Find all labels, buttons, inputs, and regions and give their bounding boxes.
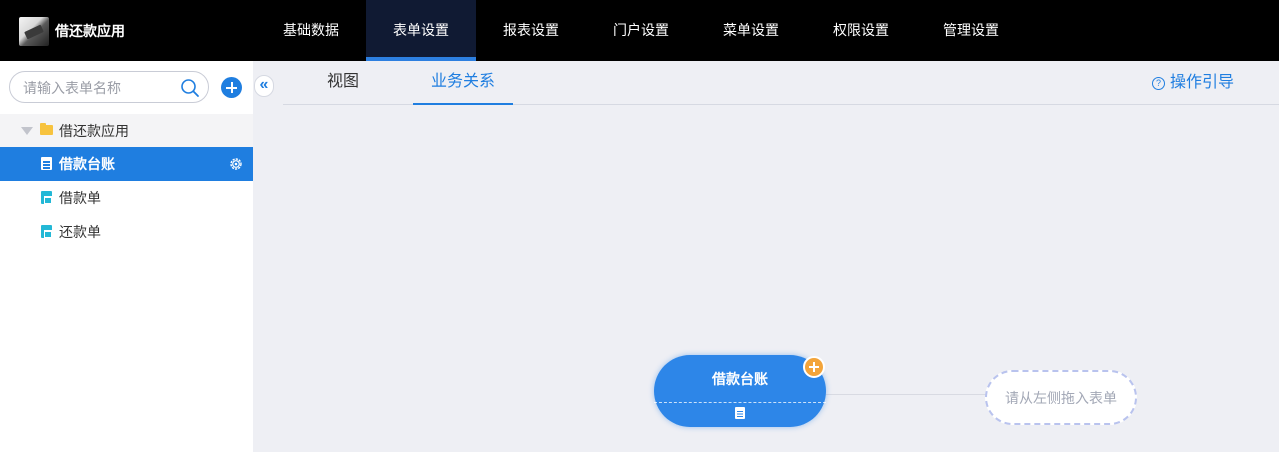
folder-icon [40,123,53,135]
tree-item-repay-form[interactable]: 还款单 [0,215,253,249]
document-icon [41,157,52,170]
tree-item-label: 借款台账 [59,156,115,172]
drop-target-node[interactable]: 请从左侧拖入表单 [985,370,1137,425]
node-divider [654,402,826,403]
nav-item-portal-settings[interactable]: 门户设置 [586,0,696,61]
tree-item-loan-ledger[interactable]: 借款台账 [0,147,253,181]
add-relation-icon[interactable] [803,356,825,378]
operation-guide-label: 操作引导 [1170,74,1235,91]
main-nav: 基础数据 表单设置 报表设置 门户设置 菜单设置 权限设置 管理设置 [256,0,1026,61]
relation-connector [826,394,986,395]
app-logo [19,17,49,46]
nav-item-admin-settings[interactable]: 管理设置 [916,0,1026,61]
form-search-input[interactable] [23,79,173,97]
relation-node-loan-ledger[interactable]: 借款台账 [654,355,826,427]
gear-icon[interactable] [229,157,243,171]
tree-item-loan-form[interactable]: 借款单 [0,181,253,215]
document-icon [735,407,745,419]
tab-view[interactable]: 视图 [283,61,403,105]
tree-root-app[interactable]: 借还款应用 [0,114,253,148]
tree-item-label: 还款单 [59,224,101,240]
app-title: 借还款应用 [55,23,125,39]
tab-business-relation[interactable]: 业务关系 [413,61,513,105]
search-icon[interactable] [180,78,200,98]
caret-down-icon[interactable] [21,127,33,135]
help-icon: ? [1152,76,1165,90]
collapse-sidebar-icon[interactable]: « [254,75,274,97]
tree-item-label: 借款单 [59,190,101,206]
nav-item-menu-settings[interactable]: 菜单设置 [696,0,806,61]
drop-target-label: 请从左侧拖入表单 [1005,390,1117,406]
sidebar: 借还款应用 借款台账 借款单 还款单 [0,61,253,452]
form-icon [41,225,52,238]
form-icon [41,191,52,204]
tab-bar: 视图 业务关系 [283,61,1279,105]
tree-root-label: 借还款应用 [59,123,129,139]
add-form-icon[interactable] [221,77,242,98]
nav-item-form-settings[interactable]: 表单设置 [366,0,476,61]
top-bar: 借还款应用 基础数据 表单设置 报表设置 门户设置 菜单设置 权限设置 管理设置 [0,0,1279,61]
nav-item-permission-settings[interactable]: 权限设置 [806,0,916,61]
nav-item-basic-data[interactable]: 基础数据 [256,0,366,61]
nav-item-report-settings[interactable]: 报表设置 [476,0,586,61]
node-title: 借款台账 [712,371,768,387]
operation-guide-link[interactable]: ? 操作引导 [1152,72,1234,94]
search-box [9,71,209,103]
